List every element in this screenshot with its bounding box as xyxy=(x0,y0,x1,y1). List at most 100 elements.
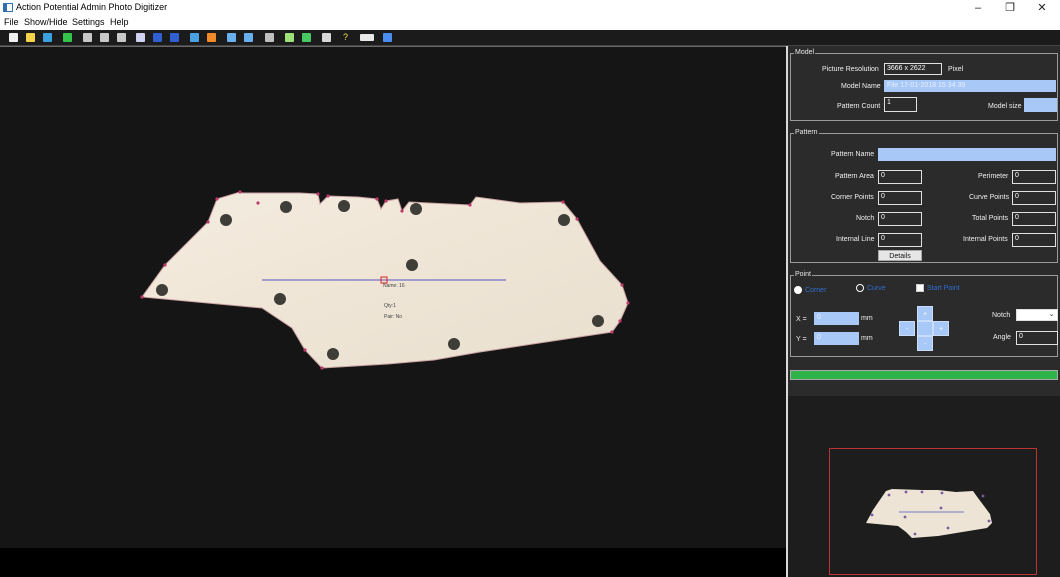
corner-points-label: Corner Points xyxy=(831,194,874,201)
curve-points-label: Curve Points xyxy=(969,194,1010,201)
pattern-count-label: Pattern Count xyxy=(837,103,881,110)
pattern-area-field[interactable]: 0 xyxy=(878,170,922,184)
help-icon[interactable]: ? xyxy=(343,33,352,42)
x-label: X = xyxy=(796,316,807,323)
app-icon xyxy=(3,3,13,12)
internal-line-label: Internal Line xyxy=(836,236,875,243)
menu-help[interactable]: Help xyxy=(110,17,129,27)
toolbar: ? xyxy=(0,30,1060,46)
ruler-icon[interactable] xyxy=(360,34,374,41)
camera-icon[interactable] xyxy=(322,33,331,42)
notch-type-select[interactable]: ⌄ xyxy=(1016,309,1058,321)
corner-radio-label[interactable]: Corner xyxy=(805,287,826,294)
model-size-field[interactable] xyxy=(1024,98,1057,112)
pattern-group: Pattern Pattern Name Pattern Area 0 Peri… xyxy=(790,129,1058,263)
redo-icon[interactable] xyxy=(244,33,253,42)
point-legend: Point xyxy=(794,271,812,278)
nudge-right-button[interactable]: + xyxy=(933,321,949,336)
notch-type-label: Notch xyxy=(992,312,1011,319)
nudge-up-button[interactable]: + xyxy=(917,306,933,321)
undo-icon[interactable] xyxy=(227,33,236,42)
close-button[interactable]: ✕ xyxy=(1030,1,1054,15)
maximize-button[interactable]: ❐ xyxy=(998,1,1022,15)
tools-icon[interactable] xyxy=(265,33,274,42)
grid-icon[interactable] xyxy=(83,33,92,42)
axis-icon[interactable] xyxy=(190,33,199,42)
image-canvas[interactable]: Name: 16 Qty:1 Pair: No xyxy=(0,46,786,548)
progress-bar xyxy=(790,370,1058,380)
target-icon[interactable] xyxy=(136,33,145,42)
nudge-left-button[interactable]: - xyxy=(899,321,915,336)
internal-points-field[interactable]: 0 xyxy=(1012,233,1056,247)
progress-fill xyxy=(791,371,1057,379)
pattern-legend: Pattern xyxy=(794,129,819,136)
model-group: Model Picture Resolution 3666 x 2622 Pix… xyxy=(790,49,1058,121)
pattern-area-label: Pattern Area xyxy=(835,173,874,180)
window-title: Action Potential Admin Photo Digitizer xyxy=(16,2,168,12)
run-icon[interactable] xyxy=(63,33,72,42)
angle-field[interactable]: 0 xyxy=(1016,331,1058,345)
perimeter-field[interactable]: 0 xyxy=(1012,170,1056,184)
point-icon[interactable] xyxy=(153,33,162,42)
lines-icon[interactable] xyxy=(383,33,392,42)
chevron-down-icon: ⌄ xyxy=(1047,311,1056,319)
menu-file[interactable]: File xyxy=(4,17,19,27)
menu-bar: File Show/Hide Settings Help xyxy=(0,16,1060,30)
annotation-qty: Qty:1 xyxy=(384,303,396,309)
internal-line-field[interactable]: 0 xyxy=(878,233,922,247)
y-unit: mm xyxy=(861,335,873,342)
save-icon[interactable] xyxy=(43,33,52,42)
menu-show-hide[interactable]: Show/Hide xyxy=(24,17,68,27)
resolution-label: Picture Resolution xyxy=(822,66,879,73)
internal-points-label: Internal Points xyxy=(963,236,1008,243)
curve-radio[interactable] xyxy=(856,284,864,292)
perimeter-label: Perimeter xyxy=(978,173,1009,180)
menu-settings[interactable]: Settings xyxy=(72,17,105,27)
start-point-checkbox[interactable] xyxy=(916,284,924,292)
total-points-field[interactable]: 0 xyxy=(1012,212,1056,226)
properties-panel: Model Picture Resolution 3666 x 2622 Pix… xyxy=(788,46,1060,577)
details-button[interactable]: Details xyxy=(878,250,922,261)
notch-count-field[interactable]: 0 xyxy=(878,212,922,226)
canvas-bottom-strip xyxy=(0,548,786,577)
notch-count-label: Notch xyxy=(856,215,875,222)
image-icon[interactable] xyxy=(285,33,294,42)
pattern-count-field[interactable]: 1 xyxy=(884,97,917,112)
overview-thumbnail xyxy=(866,489,992,538)
pattern-drawing: Name: 16 Qty:1 Pair: No xyxy=(140,190,630,370)
corner-radio[interactable] xyxy=(794,286,802,294)
point-group: Point Corner Curve Start Point X = 0 mm … xyxy=(790,271,1058,357)
x-field[interactable]: 0 xyxy=(814,312,859,325)
curve-points-field[interactable]: 0 xyxy=(1012,191,1056,205)
model-size-label: Model size xyxy=(988,103,1022,110)
annotation-pair: Pair: No xyxy=(384,314,402,320)
nudge-center xyxy=(917,321,933,336)
model-legend: Model xyxy=(794,49,816,56)
frame-icon[interactable] xyxy=(117,33,126,42)
nudge-down-button[interactable]: - xyxy=(917,336,933,351)
corner-icon[interactable] xyxy=(207,33,216,42)
angle-label: Angle xyxy=(993,334,1011,341)
pattern-name-field[interactable] xyxy=(878,148,1056,161)
annotation-name: Name: 16 xyxy=(383,283,405,289)
resolution-unit: Pixel xyxy=(948,66,964,73)
export-icon[interactable] xyxy=(302,33,311,42)
start-point-label[interactable]: Start Point xyxy=(927,285,960,292)
new-icon[interactable] xyxy=(9,33,18,42)
corner-points-field[interactable]: 0 xyxy=(878,191,922,205)
y-label: Y = xyxy=(796,336,807,343)
overview-panel[interactable] xyxy=(788,396,1060,577)
thumbnail-outline xyxy=(866,489,992,538)
total-points-label: Total Points xyxy=(972,215,1009,222)
pen-icon[interactable] xyxy=(170,33,179,42)
title-bar: Action Potential Admin Photo Digitizer –… xyxy=(0,0,1060,16)
curve-radio-label[interactable]: Curve xyxy=(867,285,886,292)
minimize-button[interactable]: – xyxy=(966,1,990,15)
y-field[interactable]: 0 xyxy=(814,332,859,345)
open-icon[interactable] xyxy=(26,33,35,42)
model-name-label: Model Name xyxy=(841,83,881,90)
table-icon[interactable] xyxy=(100,33,109,42)
model-name-field[interactable]: File 17-01-2018 15 34 39 xyxy=(884,80,1056,92)
pattern-name-label: Pattern Name xyxy=(831,151,875,158)
resolution-field[interactable]: 3666 x 2622 xyxy=(884,63,942,75)
